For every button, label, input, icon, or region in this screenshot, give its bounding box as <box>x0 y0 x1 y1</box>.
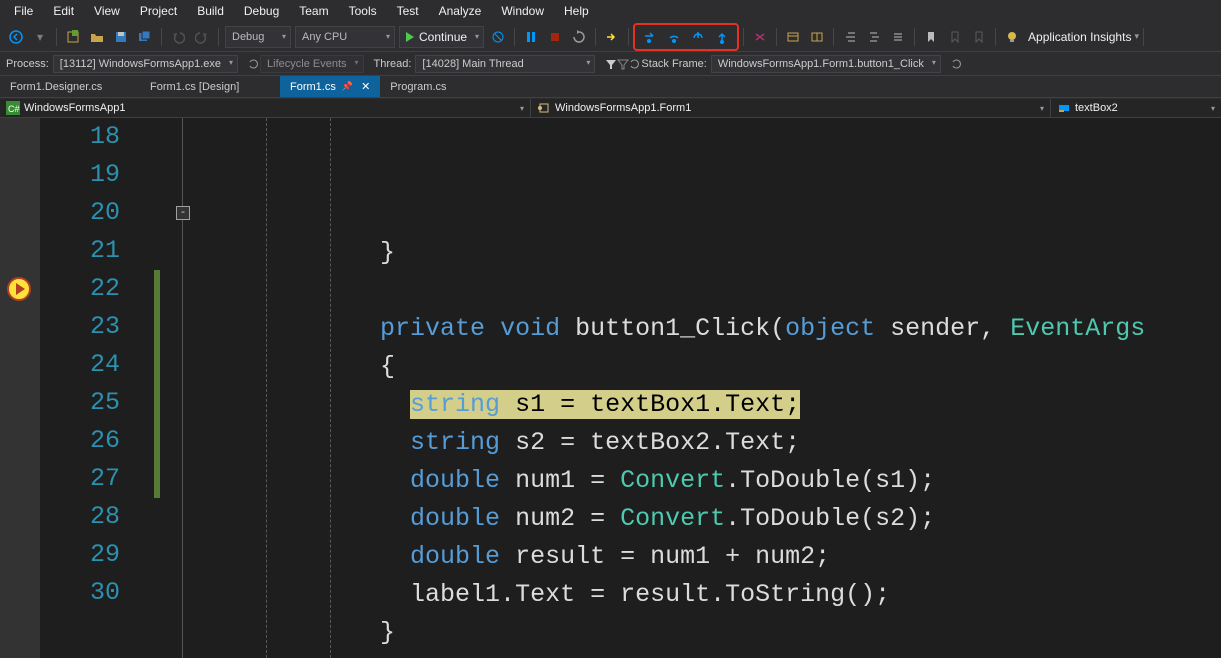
code-line[interactable]: string s2 = textBox2.Text; <box>200 424 1221 462</box>
cycle-process-button[interactable] <box>248 58 260 70</box>
file-tab[interactable]: Form1.cs [Design] <box>140 76 280 97</box>
field-icon <box>1057 101 1071 115</box>
platform-dropdown[interactable]: Any CPU <box>295 26 395 48</box>
code-line[interactable]: label1.Text = result.ToString(); <box>200 576 1221 614</box>
menu-tools[interactable]: Tools <box>339 1 387 21</box>
new-project-button[interactable] <box>62 26 84 48</box>
code-line[interactable]: } <box>200 614 1221 652</box>
project-nav-dropdown[interactable]: C# WindowsFormsApp1 <box>0 101 530 115</box>
save-button[interactable] <box>110 26 132 48</box>
menu-help[interactable]: Help <box>554 1 599 21</box>
code-line[interactable]: } <box>200 234 1221 272</box>
code-line[interactable]: { <box>200 348 1221 386</box>
layout-button-1[interactable] <box>782 26 804 48</box>
code-line[interactable]: string s1 = textBox1.Text; <box>200 386 1221 424</box>
fold-gutter[interactable]: - <box>170 118 200 658</box>
line-number-gutter: 18192021222324252627282930 <box>40 118 150 658</box>
cycle-thread-button[interactable] <box>629 58 641 70</box>
current-statement-arrow <box>7 277 31 301</box>
class-icon <box>537 101 551 115</box>
menu-edit[interactable]: Edit <box>43 1 84 21</box>
code-area[interactable]: } private void button1_Click(object send… <box>200 118 1221 658</box>
nav-back-button[interactable] <box>5 26 27 48</box>
document-tab-row: Form1.Designer.csForm1.cs [Design]Form1.… <box>0 76 1221 98</box>
layout-button-2[interactable] <box>806 26 828 48</box>
menu-window[interactable]: Window <box>491 1 554 21</box>
main-toolbar: ▾ Debug Any CPU Continue Application Ins… <box>0 22 1221 52</box>
comment-button[interactable] <box>887 26 909 48</box>
step-over-button[interactable] <box>663 26 685 48</box>
stack-frame-label: Stack Frame: <box>641 58 706 70</box>
menu-project[interactable]: Project <box>130 1 187 21</box>
thread-dropdown[interactable]: [14028] Main Thread <box>415 55 595 73</box>
step-into-button[interactable] <box>639 26 661 48</box>
code-nav-bar: C# WindowsFormsApp1 WindowsFormsApp1.For… <box>0 98 1221 118</box>
continue-button[interactable]: Continue <box>399 26 484 48</box>
stop-button[interactable] <box>544 26 566 48</box>
bookmarks-button[interactable] <box>944 26 966 48</box>
lightbulb-icon[interactable] <box>1001 26 1023 48</box>
change-indicator-gutter <box>150 118 170 658</box>
step-out-button[interactable] <box>687 26 709 48</box>
step-buttons-highlight <box>633 23 739 51</box>
configuration-dropdown[interactable]: Debug <box>225 26 291 48</box>
menu-analyze[interactable]: Analyze <box>429 1 492 21</box>
csharp-project-icon: C# <box>6 101 20 115</box>
undo-button[interactable] <box>167 26 189 48</box>
nav-forward-button[interactable]: ▾ <box>29 26 51 48</box>
code-editor[interactable]: 18192021222324252627282930 - } private v… <box>0 118 1221 658</box>
close-tab-button[interactable]: ✕ <box>361 80 370 93</box>
menu-team[interactable]: Team <box>289 1 338 21</box>
member-nav-dropdown[interactable]: textBox2 <box>1051 101 1221 115</box>
process-dropdown[interactable]: [13112] WindowsFormsApp1.exe <box>53 55 238 73</box>
next-bookmark-button[interactable] <box>968 26 990 48</box>
breakpoint-gutter[interactable] <box>0 118 40 658</box>
code-line[interactable]: double result = num1 + num2; <box>200 538 1221 576</box>
outdent-button[interactable] <box>839 26 861 48</box>
menu-bar: File Edit View Project Build Debug Team … <box>0 0 1221 22</box>
thread-label: Thread: <box>374 58 412 70</box>
stack-frame-dropdown[interactable]: WindowsFormsApp1.Form1.button1_Click <box>711 55 941 73</box>
menu-build[interactable]: Build <box>187 1 234 21</box>
menu-debug[interactable]: Debug <box>234 1 289 21</box>
application-insights-button[interactable]: Application Insights <box>1028 30 1131 44</box>
bookmark-button[interactable] <box>920 26 942 48</box>
dropdown-icon: ▾ <box>1134 31 1139 42</box>
redo-button[interactable] <box>191 26 213 48</box>
process-label: Process: <box>6 58 49 70</box>
menu-file[interactable]: File <box>4 1 43 21</box>
menu-test[interactable]: Test <box>387 1 429 21</box>
class-nav-dropdown[interactable]: WindowsFormsApp1.Form1 <box>531 101 1050 115</box>
pause-button[interactable] <box>520 26 542 48</box>
file-tab[interactable]: Program.cs <box>380 76 520 97</box>
svg-text:C#: C# <box>8 104 20 114</box>
code-line[interactable] <box>200 272 1221 310</box>
code-line[interactable]: } <box>200 652 1221 658</box>
show-next-button[interactable] <box>601 26 623 48</box>
lifecycle-events-dropdown[interactable]: Lifecycle Events <box>260 55 363 73</box>
file-tab[interactable]: Form1.Designer.cs <box>0 76 140 97</box>
code-line[interactable]: private void button1_Click(object sender… <box>200 310 1221 348</box>
hot-reload-button[interactable] <box>749 26 771 48</box>
step-back-button[interactable] <box>711 26 733 48</box>
restart-button[interactable] <box>568 26 590 48</box>
indent-button[interactable] <box>863 26 885 48</box>
cycle-frame-button[interactable] <box>951 58 963 70</box>
filter-button-2[interactable] <box>617 58 629 70</box>
menu-view[interactable]: View <box>84 1 130 21</box>
code-line[interactable]: double num2 = Convert.ToDouble(s2); <box>200 500 1221 538</box>
save-all-button[interactable] <box>134 26 156 48</box>
pin-icon[interactable]: 📌 <box>342 81 353 92</box>
open-file-button[interactable] <box>86 26 108 48</box>
code-line[interactable]: double num1 = Convert.ToDouble(s1); <box>200 462 1221 500</box>
play-icon <box>406 32 414 42</box>
file-tab[interactable]: Form1.cs📌✕ <box>280 76 380 97</box>
filter-button-1[interactable] <box>605 58 617 70</box>
browser-link-button[interactable] <box>487 26 509 48</box>
fold-toggle[interactable]: - <box>176 206 190 220</box>
debug-location-bar: Process: [13112] WindowsFormsApp1.exe Li… <box>0 52 1221 76</box>
change-bar <box>154 270 160 498</box>
